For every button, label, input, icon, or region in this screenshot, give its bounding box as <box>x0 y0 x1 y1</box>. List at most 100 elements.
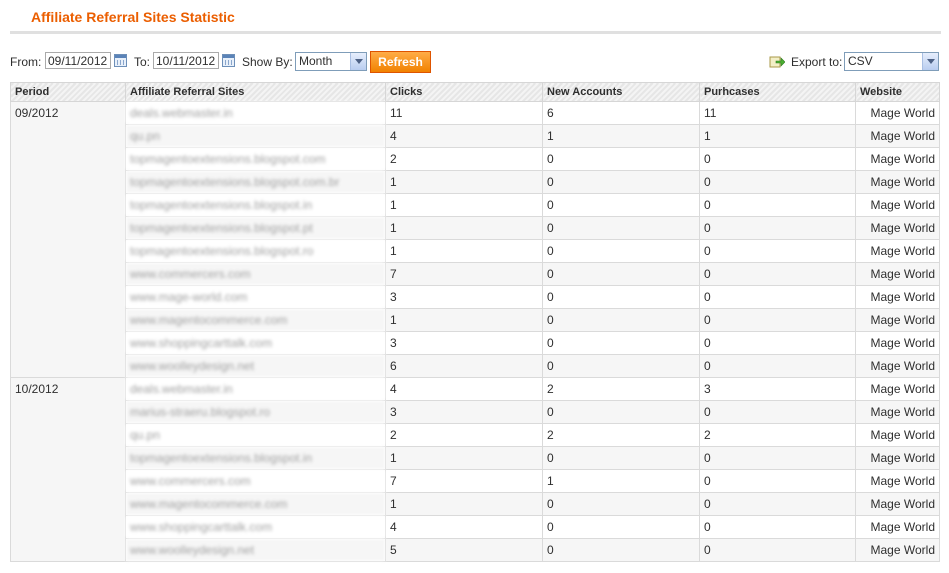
show-by-label: Show By: <box>242 55 293 69</box>
website-cell: Mage World <box>855 492 940 516</box>
site-cell: topmagentoextensions.blogspot.ro <box>125 239 386 263</box>
export-format-value: CSV <box>848 54 873 68</box>
site-cell: qu.pn <box>125 423 386 447</box>
site-cell: topmagentoextensions.blogspot.com.br <box>125 170 386 194</box>
period-cell: 09/2012 <box>10 101 126 378</box>
to-date-input[interactable]: 10/11/2012 <box>153 52 219 69</box>
show-by-select[interactable]: Month <box>295 52 367 71</box>
website-cell: Mage World <box>855 124 940 148</box>
column-header-new-accounts[interactable]: New Accounts <box>542 82 700 102</box>
column-header-clicks[interactable]: Clicks <box>385 82 543 102</box>
purchases-cell: 0 <box>699 170 856 194</box>
clicks-cell: 4 <box>385 377 543 401</box>
page-title: Affiliate Referral Sites Statistic <box>31 9 235 25</box>
purchases-cell: 0 <box>699 354 856 378</box>
clicks-cell: 2 <box>385 423 543 447</box>
purchases-cell: 0 <box>699 400 856 424</box>
clicks-cell: 11 <box>385 101 543 125</box>
site-cell: topmagentoextensions.blogspot.com <box>125 147 386 171</box>
table-row: www.woolleydesign.net 6 0 0 Mage World <box>11 354 940 378</box>
table-row: www.mage-world.com 3 0 0 Mage World <box>11 285 940 309</box>
site-cell: topmagentoextensions.blogspot.in <box>125 193 386 217</box>
site-cell: www.magentocommerce.com <box>125 308 386 332</box>
new-accounts-cell: 0 <box>542 216 700 240</box>
period-cell: 10/2012 <box>10 377 126 562</box>
show-by-value: Month <box>299 54 333 68</box>
website-cell: Mage World <box>855 285 940 309</box>
clicks-cell: 3 <box>385 285 543 309</box>
table-row: 10/2012 deals.webmaster.in 4 2 3 Mage World <box>10 377 940 562</box>
website-cell: Mage World <box>855 308 940 332</box>
table-row: topmagentoextensions.blogspot.ro 1 0 0 Mage … <box>11 239 940 263</box>
purchases-cell: 0 <box>699 331 856 355</box>
table-row: qu.pn 2 2 2 Mage World <box>11 423 940 447</box>
website-cell: Mage World <box>855 423 940 447</box>
site-cell: www.shoppingcarttalk.com <box>125 331 386 355</box>
site-cell: www.commercers.com <box>125 262 386 286</box>
export-icon <box>769 56 785 68</box>
new-accounts-cell: 6 <box>542 101 700 125</box>
website-cell: Mage World <box>855 400 940 424</box>
new-accounts-cell: 0 <box>542 515 700 539</box>
refresh-button[interactable]: Refresh <box>370 51 431 73</box>
purchases-cell: 0 <box>699 308 856 332</box>
chevron-down-icon <box>922 53 938 70</box>
website-cell: Mage World <box>855 239 940 263</box>
new-accounts-cell: 0 <box>542 308 700 332</box>
site-cell: topmagentoextensions.blogspot.in <box>125 446 386 470</box>
clicks-cell: 3 <box>385 400 543 424</box>
from-date-input[interactable]: 09/11/2012 <box>45 52 111 69</box>
new-accounts-cell: 1 <box>542 469 700 493</box>
site-cell: www.mage-world.com <box>125 285 386 309</box>
new-accounts-cell: 0 <box>542 400 700 424</box>
table-body: 09/2012 deals.webmaster.in 11 6 11 Mage World… <box>10 101 940 562</box>
table-row: qu.pn 4 1 1 Mage World <box>11 124 940 148</box>
table-row: www.shoppingcarttalk.com 3 0 0 Mage World <box>11 331 940 355</box>
purchases-cell: 0 <box>699 515 856 539</box>
filter-toolbar: From: 09/11/2012 To: 10/11/2012 Show By:… <box>10 51 941 73</box>
purchases-cell: 1 <box>699 124 856 148</box>
website-cell: Mage World <box>855 193 940 217</box>
purchases-cell: 0 <box>699 262 856 286</box>
from-calendar-icon[interactable] <box>114 54 127 67</box>
site-cell: deals.webmaster.in <box>125 101 386 125</box>
clicks-cell: 1 <box>385 216 543 240</box>
website-cell: Mage World <box>855 377 940 401</box>
purchases-cell: 0 <box>699 216 856 240</box>
export-label: Export to: <box>791 55 843 69</box>
site-cell: www.commercers.com <box>125 469 386 493</box>
column-header-period[interactable]: Period <box>10 82 126 102</box>
website-cell: Mage World <box>855 469 940 493</box>
clicks-cell: 1 <box>385 193 543 217</box>
to-label: To: <box>134 55 151 69</box>
clicks-cell: 3 <box>385 331 543 355</box>
column-header-purchases[interactable]: Purhcases <box>699 82 856 102</box>
export-format-select[interactable]: CSV <box>844 52 939 71</box>
website-cell: Mage World <box>855 170 940 194</box>
site-cell: www.woolleydesign.net <box>125 538 386 562</box>
new-accounts-cell: 0 <box>542 193 700 217</box>
new-accounts-cell: 1 <box>542 124 700 148</box>
purchases-cell: 0 <box>699 469 856 493</box>
new-accounts-cell: 2 <box>542 423 700 447</box>
column-header-website[interactable]: Website <box>855 82 940 102</box>
purchases-cell: 3 <box>699 377 856 401</box>
to-calendar-icon[interactable] <box>222 54 235 67</box>
new-accounts-cell: 0 <box>542 538 700 562</box>
website-cell: Mage World <box>855 147 940 171</box>
chevron-down-icon <box>350 53 366 70</box>
purchases-cell: 0 <box>699 239 856 263</box>
purchases-cell: 0 <box>699 285 856 309</box>
site-cell: www.shoppingcarttalk.com <box>125 515 386 539</box>
purchases-cell: 0 <box>699 492 856 516</box>
clicks-cell: 1 <box>385 446 543 470</box>
purchases-cell: 0 <box>699 147 856 171</box>
new-accounts-cell: 0 <box>542 331 700 355</box>
clicks-cell: 7 <box>385 262 543 286</box>
clicks-cell: 7 <box>385 469 543 493</box>
new-accounts-cell: 0 <box>542 170 700 194</box>
column-header-sites[interactable]: Affiliate Referral Sites <box>125 82 386 102</box>
website-cell: Mage World <box>855 101 940 125</box>
website-cell: Mage World <box>855 354 940 378</box>
clicks-cell: 1 <box>385 170 543 194</box>
